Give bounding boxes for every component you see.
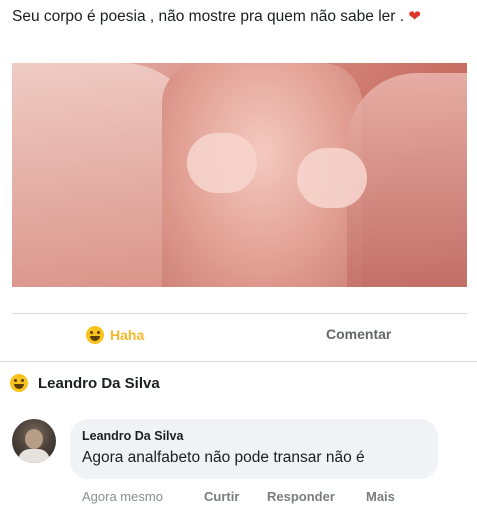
heart-icon: ❤ xyxy=(408,8,421,25)
post-text: Seu corpo é poesia , não mostre pra quem… xyxy=(12,6,462,28)
avatar-face xyxy=(25,429,43,449)
more-button[interactable]: Mais xyxy=(366,489,395,504)
reply-button[interactable]: Responder xyxy=(267,489,335,504)
photo-left-hand xyxy=(187,133,257,193)
comment-bubble: Leandro Da Silva Agora analfabeto não po… xyxy=(70,419,438,479)
haha-button[interactable]: Haha xyxy=(86,326,144,344)
haha-icon xyxy=(86,326,104,344)
comment-button[interactable]: Comentar xyxy=(326,326,391,342)
avatar-shirt xyxy=(18,449,50,463)
avatar[interactable] xyxy=(12,419,56,463)
comment-label: Comentar xyxy=(326,326,392,342)
reaction-header: Leandro Da Silva xyxy=(10,374,160,392)
comment-text: Agora analfabeto não pode transar não é xyxy=(82,449,365,466)
reaction-header-name: Leandro Da Silva xyxy=(38,374,160,392)
laughing-face-icon xyxy=(10,374,28,392)
divider-bottom xyxy=(0,361,477,362)
comment-timestamp: Agora mesmo xyxy=(82,489,163,504)
photo-right-hand xyxy=(297,148,367,208)
comment-author[interactable]: Leandro Da Silva xyxy=(82,429,183,443)
post-photo[interactable] xyxy=(12,63,467,287)
like-comment-button[interactable]: Curtir xyxy=(204,489,239,504)
post-caption: Seu corpo é poesia , não mostre pra quem… xyxy=(12,8,405,25)
haha-label: Haha xyxy=(110,327,145,343)
divider-top xyxy=(12,313,467,314)
